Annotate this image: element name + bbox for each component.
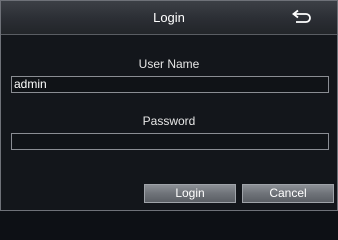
return-arrow-icon[interactable] [287,9,315,27]
password-field[interactable] [11,133,329,150]
dialog-titlebar: Login [1,1,337,35]
login-dialog: Login User Name admin Password Login Can… [0,0,338,211]
login-button[interactable]: Login [144,184,236,203]
password-label: Password [142,114,196,128]
cancel-button[interactable]: Cancel [242,184,334,203]
user-name-field[interactable]: admin [11,76,329,93]
user-name-label: User Name [138,57,200,71]
